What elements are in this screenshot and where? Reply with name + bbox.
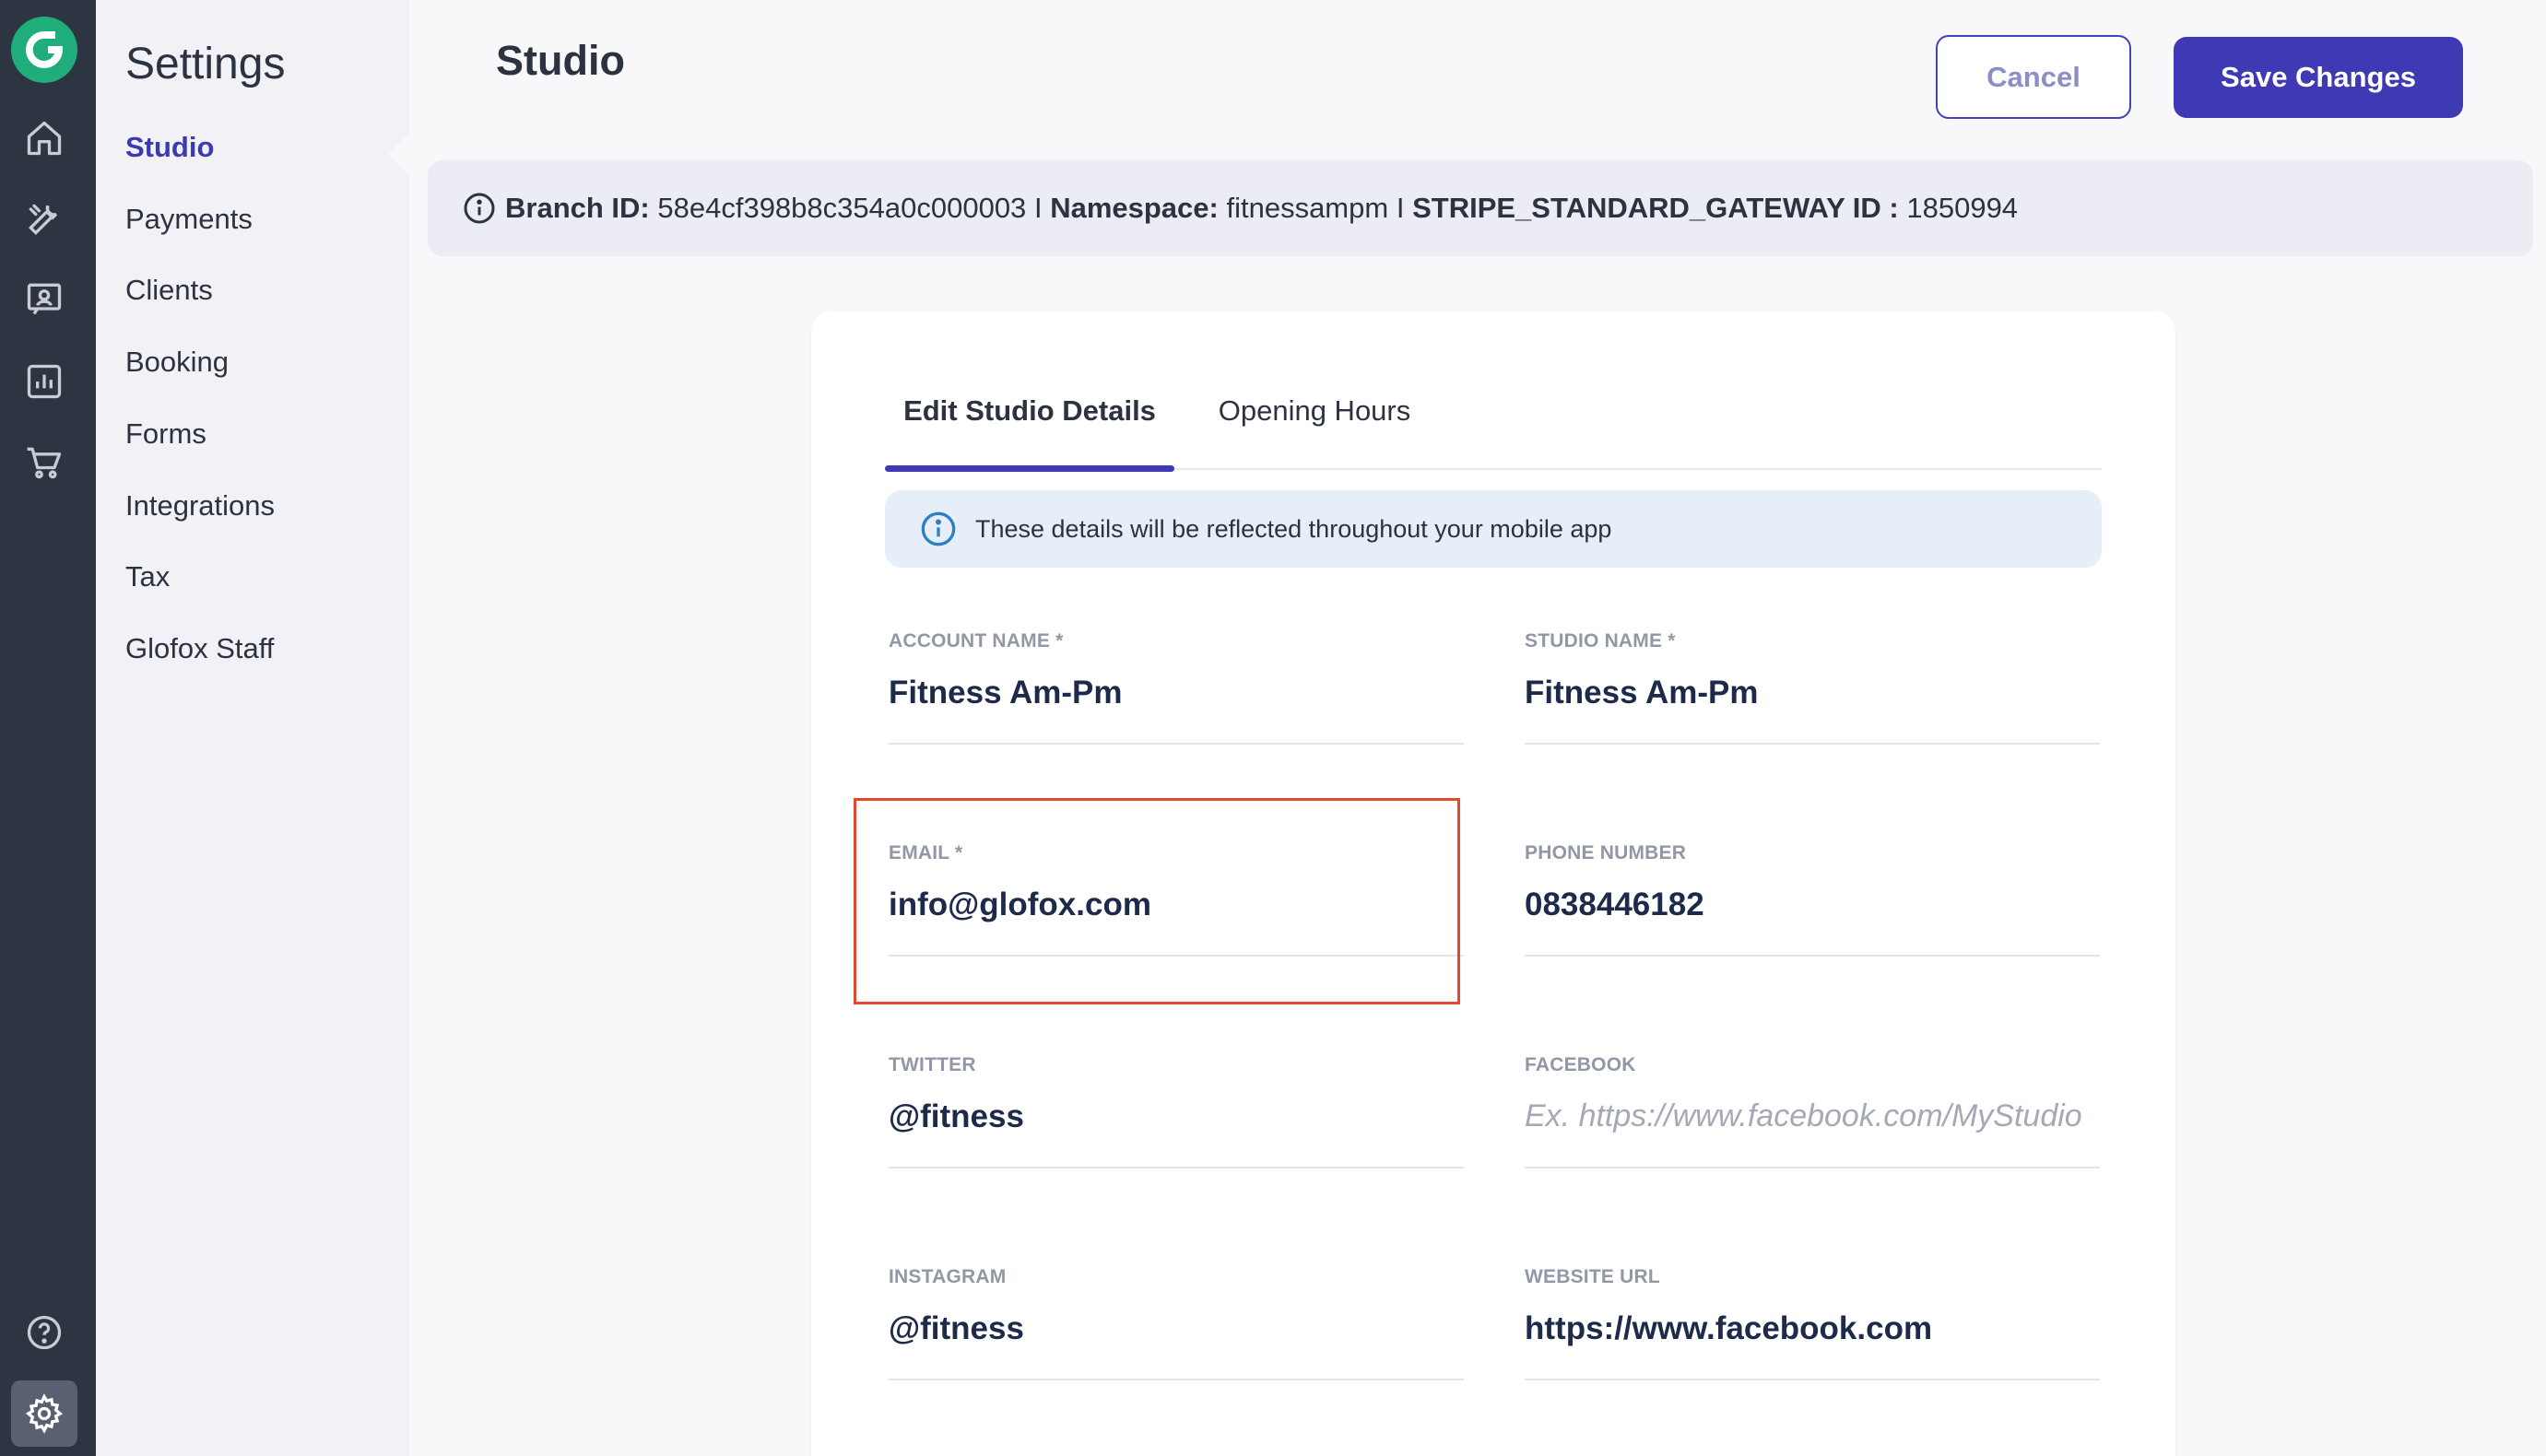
- settings-nav-item-glofox-staff[interactable]: Glofox Staff: [125, 632, 274, 665]
- active-pointer: [388, 132, 410, 176]
- settings-nav-item-tax[interactable]: Tax: [125, 560, 170, 593]
- instagram-value[interactable]: @fitness: [889, 1310, 1024, 1347]
- account-name-label: ACCOUNT NAME *: [889, 630, 1064, 652]
- twitter-field[interactable]: TWITTER @fitness: [889, 1054, 1464, 1168]
- email-highlight-box: [854, 798, 1460, 1004]
- website-url-field[interactable]: WEBSITE URL https://www.facebook.com: [1525, 1266, 2100, 1380]
- facebook-field[interactable]: FACEBOOK Ex. https://www.facebook.com/My…: [1525, 1054, 2100, 1168]
- phone-number-value[interactable]: 0838446182: [1525, 887, 1704, 923]
- namespace-label: Namespace:: [1050, 192, 1219, 224]
- branch-id-value: 58e4cf398b8c354a0c000003: [657, 192, 1027, 224]
- branch-info-banner: Branch ID: 58e4cf398b8c354a0c000003 I Na…: [428, 160, 2533, 256]
- account-name-field[interactable]: ACCOUNT NAME * Fitness Am-Pm: [889, 630, 1464, 745]
- settings-nav-item-payments[interactable]: Payments: [125, 203, 253, 236]
- branch-id-label: Branch ID:: [505, 192, 650, 224]
- tab-opening-hours[interactable]: Opening Hours: [1213, 394, 1416, 470]
- settings-title: Settings: [125, 40, 286, 88]
- help-icon[interactable]: [20, 1309, 68, 1356]
- settings-nav-item-integrations[interactable]: Integrations: [125, 489, 275, 523]
- phone-number-field[interactable]: PHONE NUMBER 0838446182: [1525, 842, 2100, 957]
- chart-icon[interactable]: [20, 358, 68, 405]
- wrench-icon[interactable]: [20, 195, 68, 243]
- cart-icon[interactable]: [20, 439, 68, 487]
- separator: I: [1396, 192, 1405, 224]
- gear-icon[interactable]: [20, 1390, 68, 1438]
- facebook-placeholder[interactable]: Ex. https://www.facebook.com/MyStudio: [1525, 1098, 2082, 1134]
- settings-nav-item-forms[interactable]: Forms: [125, 417, 206, 451]
- twitter-value[interactable]: @fitness: [889, 1098, 1024, 1135]
- home-icon[interactable]: [20, 114, 68, 162]
- account-name-value[interactable]: Fitness Am-Pm: [889, 675, 1122, 711]
- info-icon: [921, 511, 956, 546]
- info-icon: [464, 193, 495, 224]
- settings-nav: Settings Studio Payments Clients Booking…: [96, 0, 410, 1456]
- settings-nav-item-clients[interactable]: Clients: [125, 274, 213, 307]
- cancel-button[interactable]: Cancel: [1936, 35, 2131, 119]
- settings-nav-item-booking[interactable]: Booking: [125, 346, 229, 379]
- save-changes-button[interactable]: Save Changes: [2174, 37, 2463, 118]
- instagram-field[interactable]: INSTAGRAM @fitness: [889, 1266, 1464, 1380]
- main-content: Studio Cancel Save Changes Branch ID: 58…: [409, 0, 2546, 1456]
- namespace-value: fitnessampm: [1226, 192, 1389, 224]
- mobile-app-note: These details will be reflected througho…: [885, 490, 2102, 568]
- tabs: Edit Studio Details Opening Hours: [885, 394, 2102, 472]
- phone-number-label: PHONE NUMBER: [1525, 842, 1687, 863]
- separator: I: [1033, 192, 1043, 224]
- icon-rail: [0, 0, 96, 1456]
- studio-name-field[interactable]: STUDIO NAME * Fitness Am-Pm: [1525, 630, 2100, 745]
- website-url-label: WEBSITE URL: [1525, 1266, 1660, 1287]
- note-text: These details will be reflected througho…: [975, 514, 1612, 543]
- website-url-value[interactable]: https://www.facebook.com: [1525, 1310, 1932, 1347]
- facebook-label: FACEBOOK: [1525, 1054, 1636, 1075]
- studio-name-label: STUDIO NAME *: [1525, 630, 1676, 652]
- studio-name-value[interactable]: Fitness Am-Pm: [1525, 675, 1758, 711]
- gateway-label: STRIPE_STANDARD_GATEWAY ID :: [1412, 192, 1899, 224]
- contact-card-icon[interactable]: [20, 275, 68, 323]
- gateway-value: 1850994: [1906, 192, 2019, 224]
- tab-edit-studio-details[interactable]: Edit Studio Details: [885, 394, 1174, 472]
- instagram-label: INSTAGRAM: [889, 1266, 1007, 1287]
- page-title: Studio: [496, 37, 625, 84]
- branch-info-text: Branch ID: 58e4cf398b8c354a0c000003 I Na…: [505, 192, 2018, 225]
- twitter-label: TWITTER: [889, 1054, 976, 1075]
- settings-nav-item-studio[interactable]: Studio: [125, 131, 214, 164]
- glofox-logo-icon[interactable]: [11, 17, 77, 83]
